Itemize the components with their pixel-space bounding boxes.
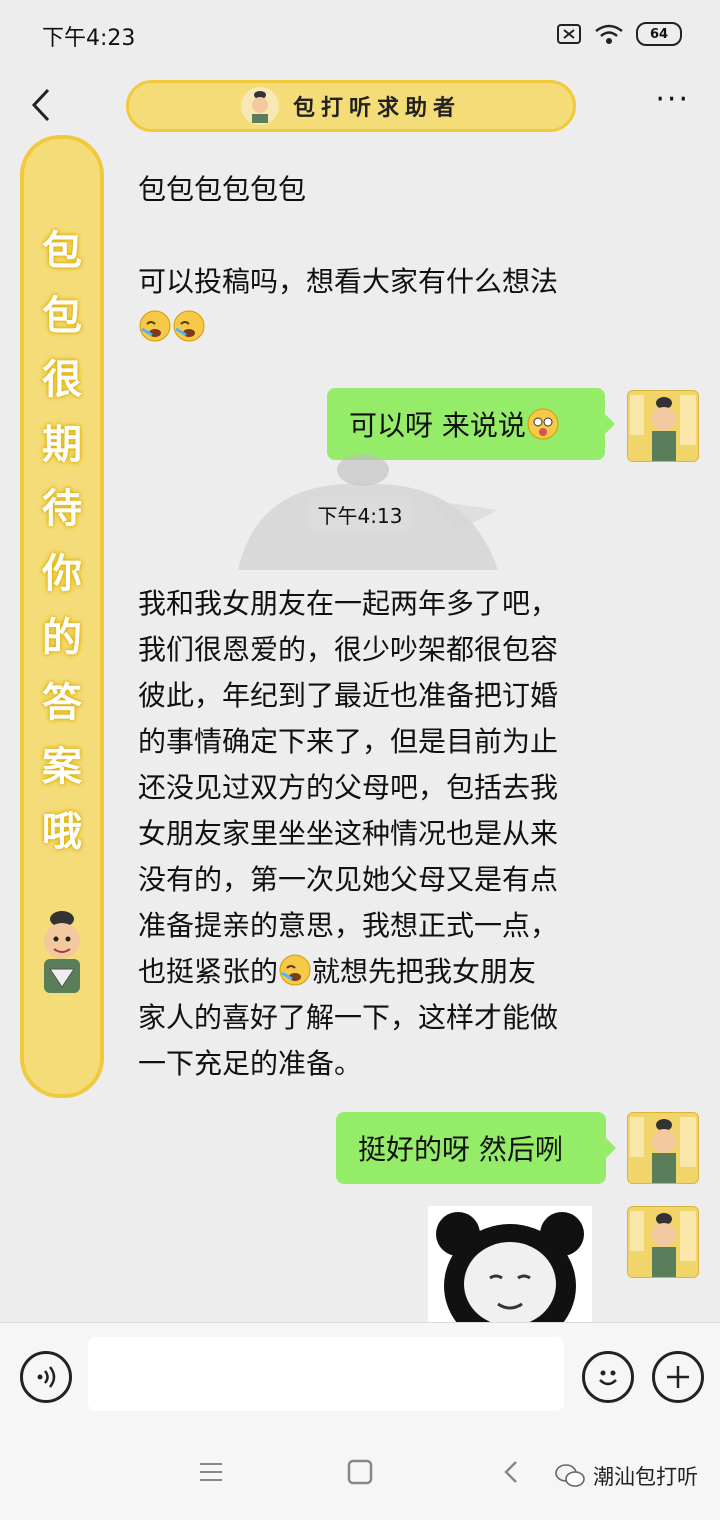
message-input[interactable] xyxy=(88,1337,564,1411)
scroll-char: 你 xyxy=(42,549,82,597)
system-navigation-bar: 潮汕包打听 xyxy=(0,1428,720,1520)
chat-title-banner: 包打听求助者 xyxy=(126,80,576,132)
scroll-char: 答 xyxy=(42,678,82,726)
avatar-mascot-icon xyxy=(628,391,698,461)
chat-input-bar xyxy=(0,1322,720,1429)
facepalm-emoji-icon xyxy=(173,310,205,342)
message-line: 我和我女朋友在一起两年多了吧， xyxy=(138,587,559,620)
menu-icon[interactable] xyxy=(198,1460,224,1484)
message-line: 家人的喜好了解一下，这样才能做 xyxy=(138,1001,559,1034)
watermark-brand: 潮汕包打听 xyxy=(555,1461,698,1491)
facepalm-emoji-icon xyxy=(139,310,171,342)
side-scroll-decoration: 包 包 很 期 待 你 的 答 案 哦 xyxy=(20,135,104,1098)
scroll-char: 期 xyxy=(42,420,82,468)
incoming-message: 包包包包包包 可以投稿吗，想看大家有什么想法 xyxy=(138,167,558,351)
status-time: 下午4:23 xyxy=(42,26,136,51)
message-segment: 也挺紧张的 xyxy=(138,955,279,988)
avatar[interactable] xyxy=(627,1206,699,1278)
chevron-left-icon[interactable] xyxy=(22,80,62,130)
voice-icon[interactable] xyxy=(20,1351,72,1403)
scroll-char: 待 xyxy=(42,485,82,532)
message-line: 没有的，第一次见她父母又是有点 xyxy=(138,863,559,896)
home-icon[interactable] xyxy=(347,1459,373,1485)
message-line: 准备提亲的意思，我想正式一点， xyxy=(138,909,559,942)
sim-icon xyxy=(557,24,581,44)
incoming-message: 我和我女朋友在一起两年多了吧， 我们很恩爱的，很少吵架都很包容 彼此，年纪到了最… xyxy=(138,581,558,1087)
scroll-char: 哦 xyxy=(42,807,82,855)
scroll-vertical-text: 包 包 很 期 待 你 的 答 案 哦 xyxy=(24,219,100,864)
facepalm-emoji-icon xyxy=(279,954,311,986)
back-icon[interactable] xyxy=(500,1458,522,1486)
battery-indicator: 64 xyxy=(636,22,682,46)
message-line: 可以投稿吗，想看大家有什么想法 xyxy=(138,265,559,298)
scroll-char: 案 xyxy=(42,743,82,790)
wifi-icon xyxy=(595,24,623,44)
panda-sticker[interactable] xyxy=(428,1206,592,1322)
chat-title: 包打听求助者 xyxy=(292,95,461,121)
battery-level: 64 xyxy=(649,26,669,42)
avatar-mascot-icon xyxy=(628,1207,698,1277)
status-icons: 64 xyxy=(556,22,682,46)
scroll-char: 包 xyxy=(42,291,82,339)
message-line: 也挺紧张的 就想先把我女朋友 xyxy=(138,949,558,995)
message-text: 挺好的呀 然后咧 xyxy=(358,1133,563,1166)
scroll-char: 的 xyxy=(42,614,82,661)
avatar[interactable] xyxy=(627,390,699,462)
wechat-logo-icon xyxy=(555,1464,585,1487)
avatar-mascot-icon xyxy=(628,1113,698,1183)
scroll-char: 很 xyxy=(42,356,82,403)
emoji-row xyxy=(138,305,558,351)
scroll-char: 包 xyxy=(42,227,82,274)
emoji-icon[interactable] xyxy=(582,1351,634,1403)
message-line: 还没见过双方的父母吧，包括去我 xyxy=(138,771,559,804)
message-timestamp: 下午4:13 xyxy=(308,497,412,531)
mascot-icon xyxy=(240,87,279,125)
plus-icon[interactable] xyxy=(652,1351,704,1403)
status-bar: 下午4:23 64 xyxy=(0,0,720,70)
message-line: 女朋友家里坐坐这种情况也是从来 xyxy=(138,817,559,850)
message-line: 彼此，年纪到了最近也准备把订婚 xyxy=(138,679,559,712)
message-text: 可以呀 来说说 xyxy=(349,409,526,442)
mascot-figure-icon xyxy=(44,911,80,993)
message-line: 一下充足的准备。 xyxy=(138,1047,363,1080)
more-dots-icon[interactable]: ··· xyxy=(655,82,690,117)
message-segment: 就想先把我女朋友 xyxy=(312,955,537,988)
panda-face-icon xyxy=(428,1206,592,1322)
message-line: 我们很恩爱的，很少吵架都很包容 xyxy=(138,633,559,666)
smirk-emoji-icon xyxy=(527,408,559,440)
chat-header: 包打听求助者 ··· xyxy=(0,70,720,140)
message-line: 的事情确定下来了，但是目前为止 xyxy=(138,725,559,758)
outgoing-message[interactable]: 挺好的呀 然后咧 xyxy=(336,1112,616,1184)
watermark-brand-text: 潮汕包打听 xyxy=(593,1465,698,1489)
message-line: 包包包包包包 xyxy=(138,173,307,206)
avatar[interactable] xyxy=(627,1112,699,1184)
